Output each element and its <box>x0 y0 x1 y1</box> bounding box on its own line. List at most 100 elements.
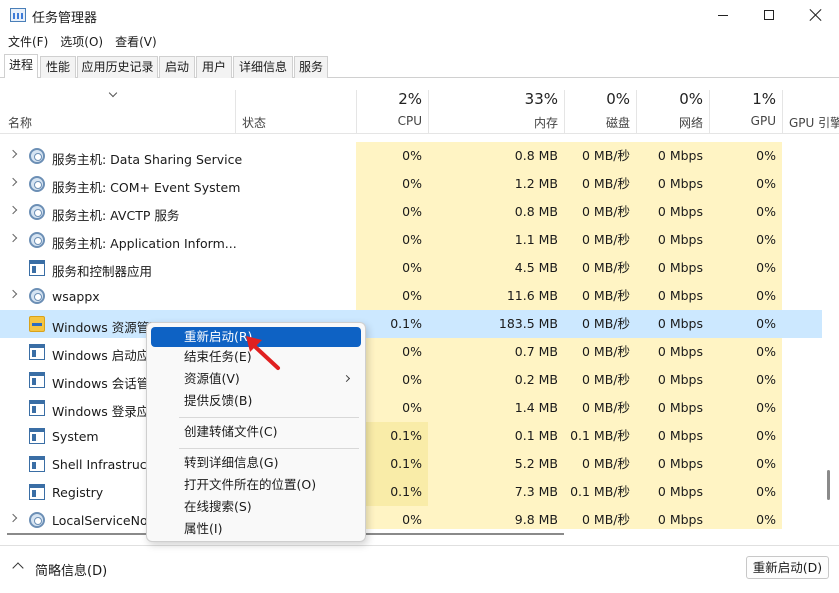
window-icon <box>29 260 45 276</box>
column-memory[interactable]: 33% 内存 <box>428 90 564 134</box>
minimize-button[interactable] <box>700 0 746 30</box>
network-cell: 0 Mbps <box>636 366 709 394</box>
process-row[interactable]: LocalServiceNoN 0% 9.8 MB 0 MB/秒 0 Mbps 0% <box>0 506 822 529</box>
process-row[interactable]: Windows 登录应 0% 1.4 MB 0 MB/秒 0 Mbps 0% <box>0 394 822 422</box>
menu-options[interactable]: 选项(O) <box>56 30 107 52</box>
process-name: Windows 登录应 <box>52 404 150 419</box>
chevron-up-icon[interactable] <box>12 562 24 574</box>
menu-file[interactable]: 文件(F) <box>4 30 52 52</box>
tab-services[interactable]: 服务 <box>294 56 328 78</box>
network-label: 网络 <box>678 116 703 130</box>
menu-open-file-location[interactable]: 打开文件所在的位置(O) <box>151 475 361 495</box>
expand-chevron-icon[interactable] <box>8 233 18 243</box>
disk-cell: 0.1 MB/秒 <box>564 422 636 450</box>
column-name[interactable]: 名称 <box>8 114 32 131</box>
tab-details[interactable]: 详细信息 <box>233 56 293 78</box>
close-icon <box>810 9 822 21</box>
process-row[interactable]: Windows 资源管理器 0.1% 183.5 MB 0 MB/秒 0 Mbps 0% <box>0 310 822 338</box>
cpu-cell: 0% <box>356 506 428 529</box>
process-row[interactable]: wsappx 0% 11.6 MB 0 MB/秒 0 Mbps 0% <box>0 282 822 310</box>
memory-cell: 11.6 MB <box>428 282 564 310</box>
menu-go-to-details[interactable]: 转到详细信息(G) <box>151 453 361 473</box>
window-icon <box>29 372 45 388</box>
column-network[interactable]: 0% 网络 <box>636 90 709 134</box>
network-cell: 0 Mbps <box>636 198 709 226</box>
disk-cell: 0 MB/秒 <box>564 394 636 422</box>
process-row[interactable]: Shell Infrastructu 0.1% 5.2 MB 0 MB/秒 0 Mbps… <box>0 450 822 478</box>
cpu-cell: 0% <box>356 338 428 366</box>
gpu-cell: 0% <box>709 366 782 394</box>
folder-icon <box>29 316 45 332</box>
menu-separator <box>179 448 359 449</box>
process-name: Registry <box>52 485 104 500</box>
network-cell: 0 Mbps <box>636 170 709 198</box>
menu-bar: 文件(F) 选项(O) 查看(V) <box>0 30 839 52</box>
cpu-cell: 0% <box>356 170 428 198</box>
expand-chevron-icon[interactable] <box>8 177 18 187</box>
cpu-cell: 0.1% <box>356 422 428 450</box>
network-cell: 0 Mbps <box>636 338 709 366</box>
tab-startup[interactable]: 启动 <box>159 56 195 78</box>
memory-cell: 1.4 MB <box>428 394 564 422</box>
process-name: 服务主机: COM+ Event System <box>52 180 241 195</box>
process-row[interactable]: Windows 会话管 0% 0.2 MB 0 MB/秒 0 Mbps 0% <box>0 366 822 394</box>
process-name: Windows 会话管 <box>52 376 150 391</box>
restart-button[interactable]: 重新启动(D) <box>746 556 829 579</box>
network-cell: 0 Mbps <box>636 450 709 478</box>
network-cell: 0 Mbps <box>636 422 709 450</box>
process-name: Shell Infrastructu <box>52 457 160 472</box>
process-row[interactable]: System 0.1% 0.1 MB 0.1 MB/秒 0 Mbps 0% <box>0 422 822 450</box>
cpu-cell: 0% <box>356 142 428 170</box>
process-name: 服务主机: Application Inform... <box>52 236 237 251</box>
vertical-scrollbar[interactable] <box>827 470 830 500</box>
cpu-cell: 0% <box>356 366 428 394</box>
process-row[interactable]: Registry 0.1% 7.3 MB 0.1 MB/秒 0 Mbps 0% <box>0 478 822 506</box>
tab-performance[interactable]: 性能 <box>40 56 76 78</box>
column-disk[interactable]: 0% 磁盘 <box>564 90 636 134</box>
process-row[interactable]: 服务主机: COM+ Event System 0% 1.2 MB 0 MB/秒 0 M… <box>0 170 822 198</box>
menu-create-dump[interactable]: 创建转储文件(C) <box>151 422 361 442</box>
tab-processes[interactable]: 进程 <box>4 54 38 79</box>
process-row[interactable]: Windows 启动应 0% 0.7 MB 0 MB/秒 0 Mbps 0% <box>0 338 822 366</box>
column-status[interactable]: 状态 <box>242 114 266 131</box>
footer: 简略信息(D) 重新启动(D) <box>0 545 839 593</box>
process-row[interactable]: 服务主机: Data Sharing Service 0% 0.8 MB 0 MB/秒… <box>0 142 822 170</box>
process-row[interactable]: 服务主机: AVCTP 服务 0% 0.8 MB 0 MB/秒 0 Mbps 0% <box>0 198 822 226</box>
expand-chevron-icon[interactable] <box>8 289 18 299</box>
memory-cell: 5.2 MB <box>428 450 564 478</box>
expand-chevron-icon[interactable] <box>8 513 18 523</box>
close-button[interactable] <box>793 0 839 30</box>
gpu-cell: 0% <box>709 450 782 478</box>
menu-properties[interactable]: 属性(I) <box>151 519 361 539</box>
disk-cell: 0 MB/秒 <box>564 338 636 366</box>
expand-chevron-icon[interactable] <box>8 149 18 159</box>
tab-users[interactable]: 用户 <box>196 56 232 78</box>
memory-label: 内存 <box>533 116 558 130</box>
column-cpu[interactable]: 2% CPU <box>356 90 428 134</box>
gpu-total: 1% <box>752 90 776 108</box>
process-name: 服务和控制器应用 <box>52 264 153 279</box>
fewer-details-link[interactable]: 简略信息(D) <box>35 560 107 579</box>
gpu-cell: 0% <box>709 506 782 529</box>
expand-chevron-icon[interactable] <box>8 205 18 215</box>
process-row[interactable]: 服务和控制器应用 0% 4.5 MB 0 MB/秒 0 Mbps 0% <box>0 254 822 282</box>
process-name: System <box>52 429 99 444</box>
disk-cell: 0 MB/秒 <box>564 142 636 170</box>
network-total: 0% <box>679 90 703 108</box>
column-gpu-engine[interactable]: GPU 引擎 <box>782 90 839 134</box>
tab-app-history[interactable]: 应用历史记录 <box>77 56 158 78</box>
cpu-cell: 0.1% <box>356 450 428 478</box>
column-gpu[interactable]: 1% GPU <box>709 90 782 134</box>
menu-search-online[interactable]: 在线搜索(S) <box>151 497 361 517</box>
maximize-button[interactable] <box>746 0 792 30</box>
sort-chevron-icon[interactable] <box>110 90 118 95</box>
process-row[interactable]: 服务主机: Application Inform... 0% 1.1 MB 0 MB/… <box>0 226 822 254</box>
menu-view[interactable]: 查看(V) <box>111 30 161 52</box>
disk-cell: 0.1 MB/秒 <box>564 478 636 506</box>
cpu-cell: 0% <box>356 254 428 282</box>
menu-feedback[interactable]: 提供反馈(B) <box>151 391 361 411</box>
process-name: wsappx <box>52 289 100 304</box>
maximize-icon <box>764 10 774 20</box>
memory-cell: 1.1 MB <box>428 226 564 254</box>
gpu-cell: 0% <box>709 422 782 450</box>
